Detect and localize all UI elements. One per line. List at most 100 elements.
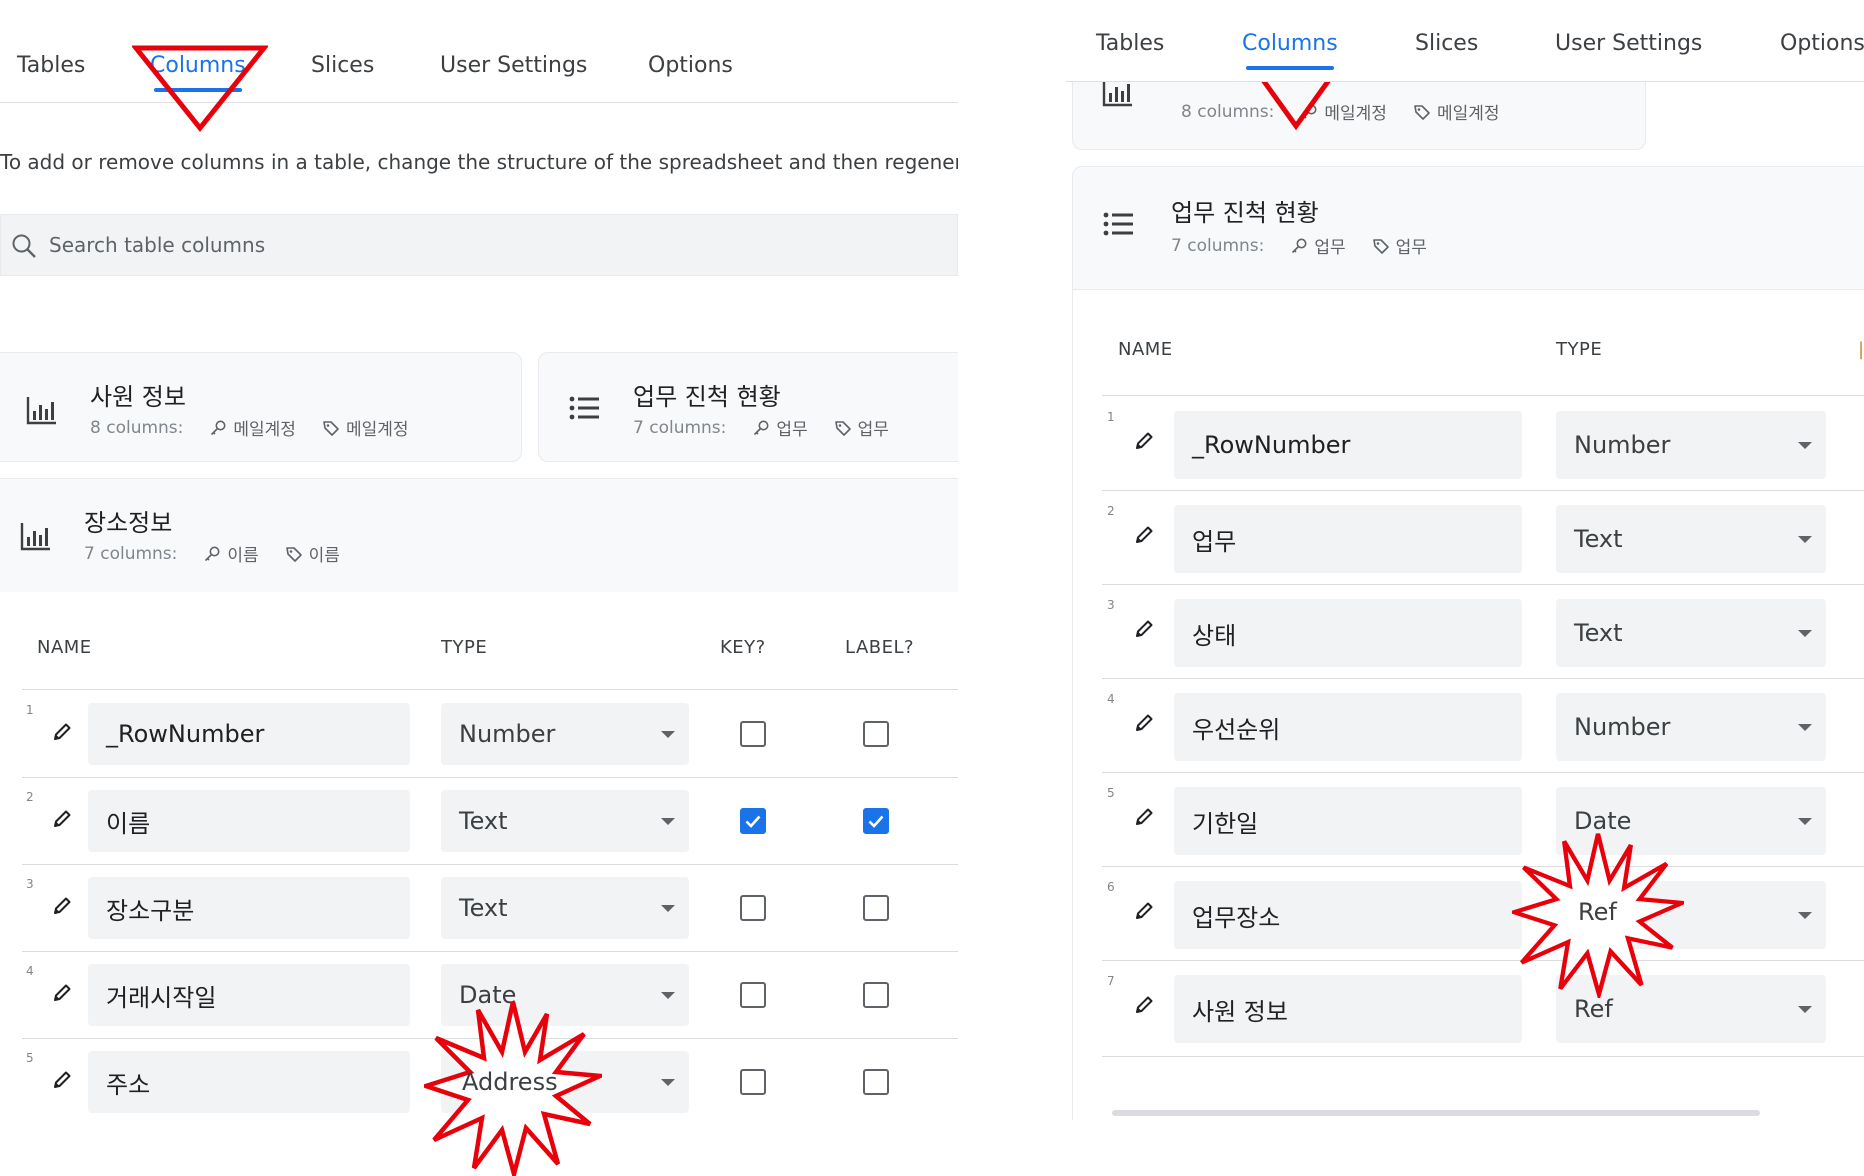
table-card-meta: 8 columns: 메일계정 메일계정 <box>1181 99 1500 125</box>
chart-icon <box>19 519 53 553</box>
column-name-field[interactable]: 사원 정보 <box>1174 975 1522 1043</box>
row-number: 2 <box>26 790 34 804</box>
tab-tables[interactable]: Tables <box>17 53 85 78</box>
column-type-select[interactable]: Text <box>441 790 689 852</box>
column-name-field[interactable]: _RowNumber <box>1174 411 1522 479</box>
column-name-field[interactable]: 업무 <box>1174 505 1522 573</box>
divider <box>22 864 958 865</box>
column-type-select[interactable]: Text <box>1556 505 1826 573</box>
search-icon <box>11 233 37 259</box>
type-value: Text <box>459 894 508 922</box>
divider <box>22 777 958 778</box>
table-card-location[interactable]: 장소정보 7 columns: 이름 이름 <box>0 478 958 592</box>
column-name-field[interactable]: 상태 <box>1174 599 1522 667</box>
divider <box>1102 395 1864 396</box>
table-card-name: 업무 진척 현황 <box>1171 199 1319 227</box>
tab-tables[interactable]: Tables <box>1096 31 1164 56</box>
chevron-down-icon <box>661 731 675 738</box>
key-checkbox[interactable] <box>740 1069 766 1095</box>
tab-options[interactable]: Options <box>1780 31 1864 56</box>
column-type-select[interactable]: Ref <box>1556 975 1826 1043</box>
key-checkbox[interactable] <box>740 895 766 921</box>
table-card-name: 장소정보 <box>84 509 173 537</box>
label-checkbox[interactable] <box>863 895 889 921</box>
label-checkbox[interactable] <box>863 1069 889 1095</box>
key-checkbox[interactable] <box>740 721 766 747</box>
pencil-icon[interactable] <box>1133 712 1155 734</box>
label-column: 업무 <box>1395 238 1427 258</box>
tab-options[interactable]: Options <box>648 53 733 78</box>
tab-user-settings[interactable]: User Settings <box>440 53 587 78</box>
column-count: 8 columns: <box>90 417 184 438</box>
key-icon <box>203 545 221 563</box>
column-name-field[interactable]: 기한일 <box>1174 787 1522 855</box>
divider <box>1102 1056 1864 1057</box>
type-value: Ref <box>1574 995 1613 1023</box>
row-number: 2 <box>1107 504 1115 518</box>
tab-user-settings[interactable]: User Settings <box>1555 31 1702 56</box>
column-type-select[interactable]: Date <box>1556 787 1826 855</box>
label-column: 메일계정 <box>345 420 409 440</box>
tab-columns[interactable]: Columns <box>150 53 246 92</box>
column-name-field[interactable]: 이름 <box>88 790 410 852</box>
tab-slices[interactable]: Slices <box>311 53 374 78</box>
divider <box>22 689 958 690</box>
tab-bar: Tables Columns Slices User Settings Opti… <box>0 0 958 103</box>
label-checkbox[interactable] <box>863 721 889 747</box>
label-column: 업무 <box>857 420 889 440</box>
info-text: To add or remove columns in a table, cha… <box>0 150 958 174</box>
pencil-icon[interactable] <box>51 982 73 1004</box>
column-name-field[interactable]: _RowNumber <box>88 703 410 765</box>
type-value: Text <box>1574 525 1623 553</box>
search-input[interactable] <box>49 227 649 263</box>
pencil-icon[interactable] <box>1133 806 1155 828</box>
table-card-task-progress[interactable]: 업무 진척 현황 7 columns: 업무 업무 <box>1072 166 1864 290</box>
column-name-field[interactable]: 우선순위 <box>1174 693 1522 761</box>
label-checkbox[interactable] <box>863 982 889 1008</box>
header-name: NAME <box>1118 339 1173 360</box>
tab-slices[interactable]: Slices <box>1415 31 1478 56</box>
column-count: 7 columns: <box>1171 235 1265 256</box>
tag-icon <box>285 545 303 563</box>
chevron-down-icon <box>1798 818 1812 825</box>
chevron-down-icon <box>1798 442 1812 449</box>
horizontal-scrollbar[interactable] <box>1112 1110 1760 1116</box>
header-label: LABEL? <box>845 637 915 658</box>
pencil-icon[interactable] <box>1133 618 1155 640</box>
column-name-field[interactable]: 업무장소 <box>1174 881 1522 949</box>
chevron-down-icon <box>1798 724 1812 731</box>
column-type-select[interactable]: Number <box>1556 411 1826 479</box>
column-type-select[interactable]: Number <box>1556 693 1826 761</box>
pencil-icon[interactable] <box>1133 524 1155 546</box>
tag-icon <box>1413 103 1431 121</box>
pencil-icon[interactable] <box>51 808 73 830</box>
search-bar[interactable] <box>0 214 958 276</box>
column-name-field[interactable]: 거래시작일 <box>88 964 410 1026</box>
column-type-select[interactable]: Text <box>441 877 689 939</box>
tab-columns[interactable]: Columns <box>1242 31 1338 70</box>
column-name-field[interactable]: 장소구분 <box>88 877 410 939</box>
key-checkbox[interactable] <box>740 808 766 834</box>
divider <box>1102 772 1864 773</box>
divider <box>22 1038 958 1039</box>
key-icon <box>752 419 770 437</box>
chevron-down-icon <box>1798 536 1812 543</box>
key-checkbox[interactable] <box>740 982 766 1008</box>
pencil-icon[interactable] <box>51 721 73 743</box>
column-type-select[interactable]: Date <box>441 964 689 1026</box>
table-card-employee[interactable]: 사원 정보 8 columns: 메일계정 메일계정 <box>0 352 522 462</box>
table-card-task-progress[interactable]: 업무 진척 현황 7 columns: 업무 업무 <box>538 352 958 462</box>
pencil-icon[interactable] <box>51 1069 73 1091</box>
key-column: 메일계정 <box>1324 104 1387 124</box>
pencil-icon[interactable] <box>1133 430 1155 452</box>
type-value: Number <box>1574 431 1671 459</box>
pencil-icon[interactable] <box>1133 900 1155 922</box>
card-border <box>1072 290 1073 1120</box>
label-checkbox[interactable] <box>863 808 889 834</box>
column-type-select[interactable]: Text <box>1556 599 1826 667</box>
column-name-field[interactable]: 주소 <box>88 1051 410 1113</box>
pencil-icon[interactable] <box>1133 994 1155 1016</box>
chevron-down-icon <box>1798 912 1812 919</box>
pencil-icon[interactable] <box>51 895 73 917</box>
column-type-select[interactable]: Number <box>441 703 689 765</box>
